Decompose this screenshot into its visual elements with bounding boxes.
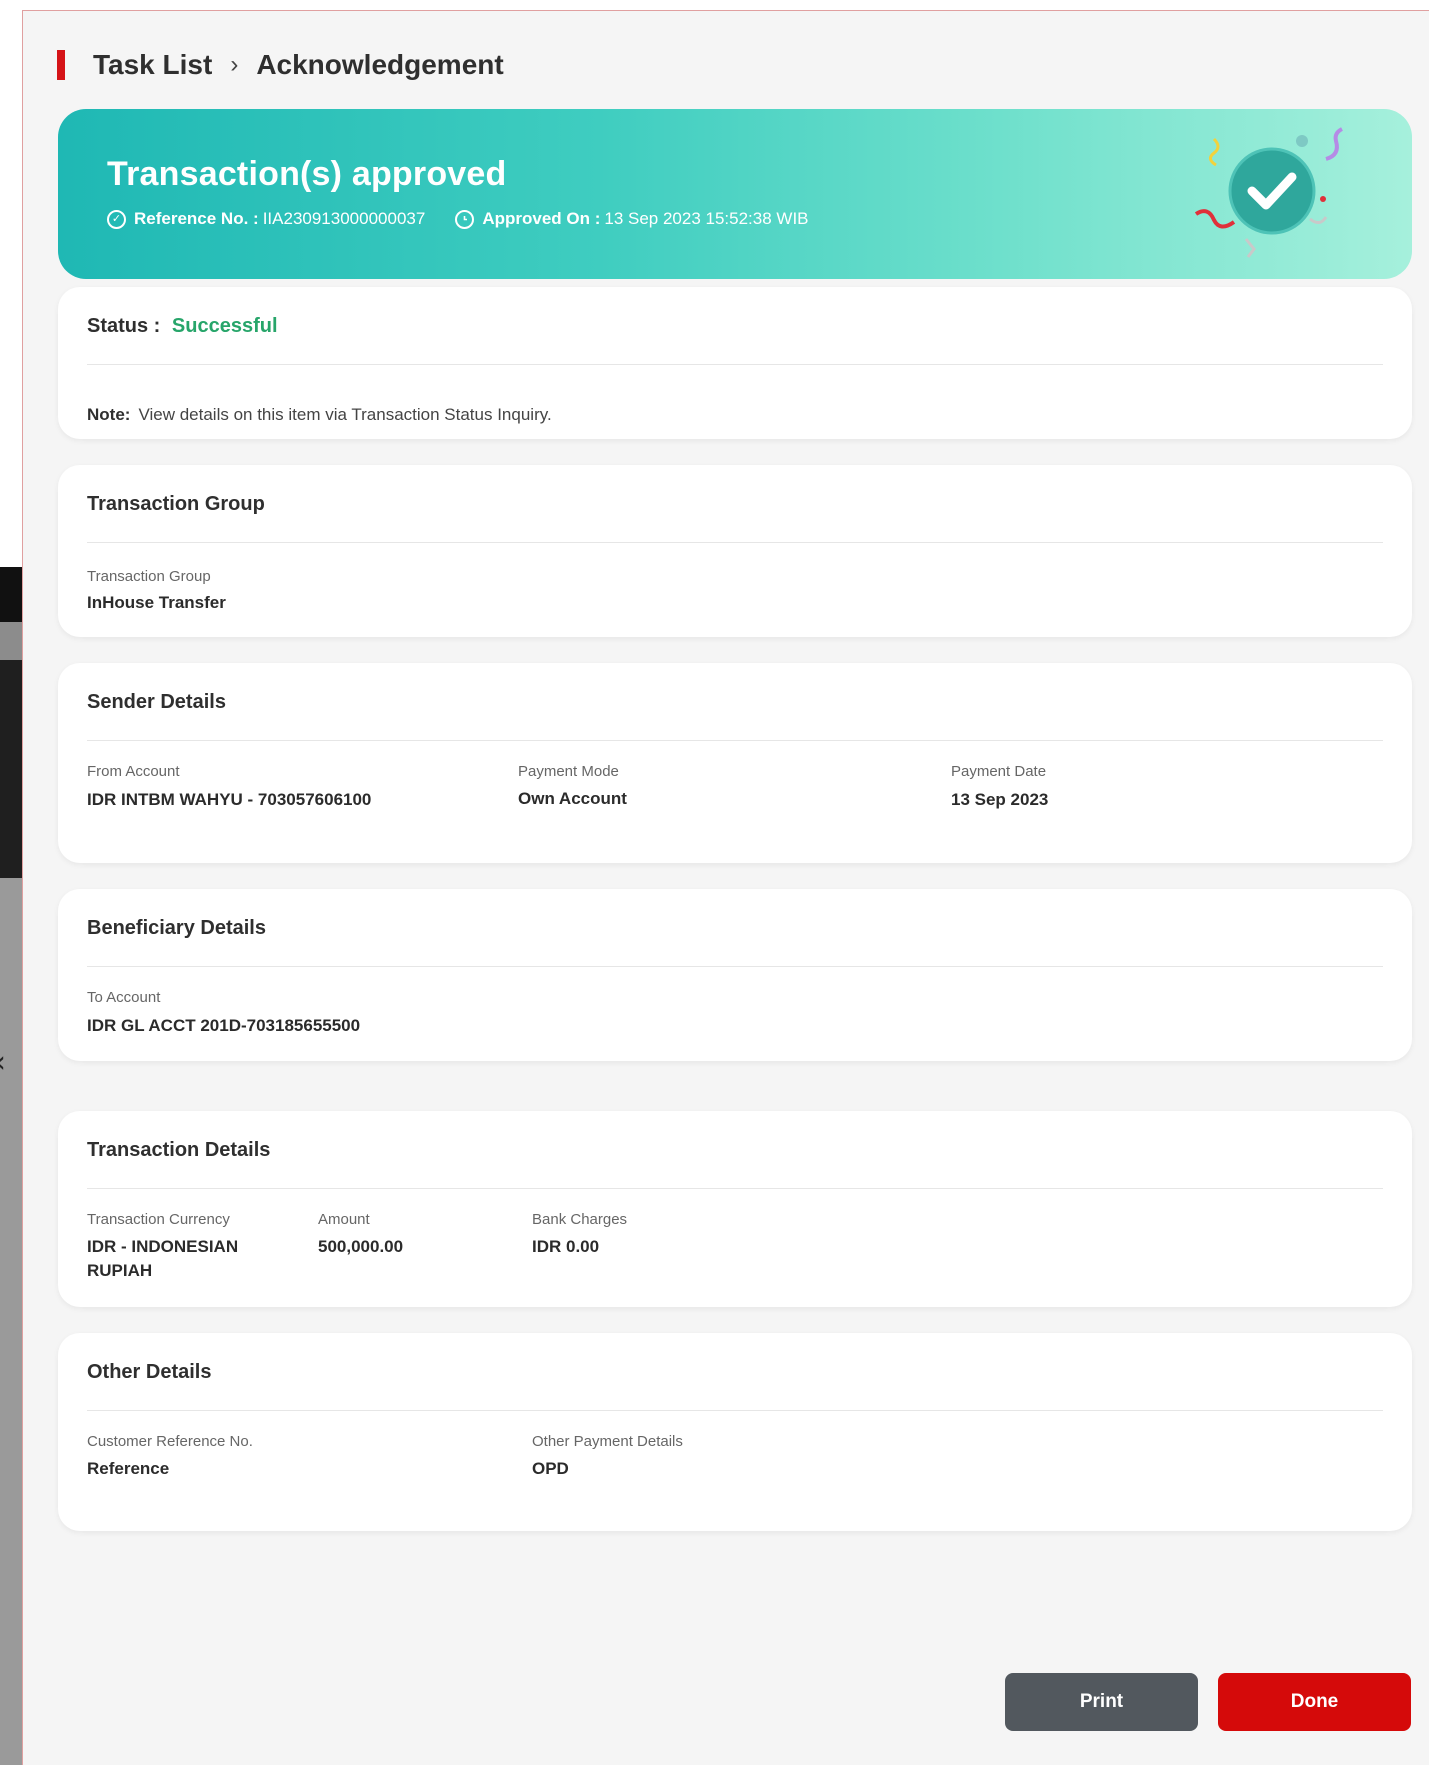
payment-mode-value: Own Account xyxy=(518,789,627,808)
note-text: View details on this item via Transactio… xyxy=(138,405,552,424)
note-label: Note: xyxy=(87,405,131,424)
divider xyxy=(87,542,1383,543)
divider xyxy=(87,364,1383,365)
chevron-right-icon: › xyxy=(230,51,239,78)
divider xyxy=(87,1410,1383,1411)
payment-date-label: Payment Date xyxy=(951,763,1047,780)
breadcrumb-accent-bar xyxy=(57,50,65,80)
payment-date-value: 13 Sep 2023 xyxy=(951,790,1049,809)
status-row: Status : Successful xyxy=(87,315,278,338)
other-details-card: Other Details Customer Reference No. Ref… xyxy=(58,1333,1412,1531)
transaction-group-label: Transaction Group xyxy=(87,568,211,585)
acknowledgement-modal: Task List › Acknowledgement Transaction(… xyxy=(22,10,1429,1765)
chevron-left-icon[interactable]: ‹ xyxy=(0,1045,6,1080)
divider xyxy=(87,966,1383,967)
other-payment-details-value: OPD xyxy=(532,1459,569,1478)
payment-mode-label: Payment Mode xyxy=(518,763,619,780)
success-check-illustration xyxy=(1194,127,1343,258)
bank-charges-label: Bank Charges xyxy=(532,1211,628,1228)
background-app-strip xyxy=(0,622,22,660)
breadcrumb: Task List › Acknowledgement xyxy=(57,47,504,83)
reference-value: IIA230913000000037 xyxy=(262,209,426,228)
section-heading: Transaction Details xyxy=(87,1139,271,1161)
breadcrumb-current-page: Acknowledgement xyxy=(256,49,504,80)
check-circle-icon: ✓ xyxy=(107,209,126,229)
other-payment-details-label: Other Payment Details xyxy=(532,1433,683,1450)
amount-value: 500,000.00 xyxy=(318,1237,404,1256)
beneficiary-details-card: Beneficiary Details To Account IDR GL AC… xyxy=(58,889,1412,1061)
amount-label: Amount xyxy=(318,1211,370,1228)
reference-label: Reference No. : xyxy=(134,209,259,228)
approved-on-value: 13 Sep 2023 15:52:38 WIB xyxy=(604,209,809,228)
from-account-label: From Account xyxy=(87,763,180,780)
approval-banner: Transaction(s) approved ✓ Reference No. … xyxy=(58,109,1412,279)
currency-value-line2: RUPIAH xyxy=(87,1261,153,1280)
to-account-value: IDR GL ACCT 201D-703185655500 xyxy=(87,1016,361,1035)
breadcrumb-task-list-link[interactable]: Task List xyxy=(93,49,212,81)
currency-value: IDR - INDONESIAN RUPIAH xyxy=(87,1235,238,1283)
section-heading: Beneficiary Details xyxy=(87,917,266,939)
approved-on-label: Approved On : xyxy=(482,209,601,228)
customer-reference-value: Reference xyxy=(87,1459,170,1478)
print-button[interactable]: Print xyxy=(1005,1673,1198,1731)
divider xyxy=(87,740,1383,741)
currency-label: Transaction Currency xyxy=(87,1211,230,1228)
transaction-details-card: Transaction Details Transaction Currency… xyxy=(58,1111,1412,1307)
divider xyxy=(87,1188,1383,1189)
status-card: Status : Successful Note: View details on… xyxy=(58,287,1412,439)
section-heading: Other Details xyxy=(87,1361,212,1383)
note-row: Note: View details on this item via Trans… xyxy=(87,405,552,425)
bank-charges-value: IDR 0.00 xyxy=(532,1237,600,1256)
customer-reference-label: Customer Reference No. xyxy=(87,1433,253,1450)
section-heading: Sender Details xyxy=(87,691,226,713)
transaction-group-card: Transaction Group Transaction Group InHo… xyxy=(58,465,1412,637)
banner-meta: ✓ Reference No. : IIA230913000000037 App… xyxy=(107,209,809,229)
clock-icon xyxy=(455,209,475,229)
background-app-bar xyxy=(0,567,22,622)
status-badge: Successful xyxy=(171,315,278,337)
from-account-value: IDR INTBM WAHYU - 703057606100 xyxy=(87,790,372,809)
section-heading: Transaction Group xyxy=(87,493,265,515)
status-label: Status : xyxy=(87,315,161,337)
banner-title: Transaction(s) approved xyxy=(107,155,507,193)
done-button[interactable]: Done xyxy=(1218,1673,1411,1731)
background-overlay xyxy=(0,878,22,1765)
transaction-group-value: InHouse Transfer xyxy=(87,593,226,612)
to-account-label: To Account xyxy=(87,989,161,1006)
sender-details-card: Sender Details From Account IDR INTBM WA… xyxy=(58,663,1412,863)
background-app-panel xyxy=(0,660,22,878)
currency-value-line1: IDR - INDONESIAN xyxy=(87,1237,239,1256)
